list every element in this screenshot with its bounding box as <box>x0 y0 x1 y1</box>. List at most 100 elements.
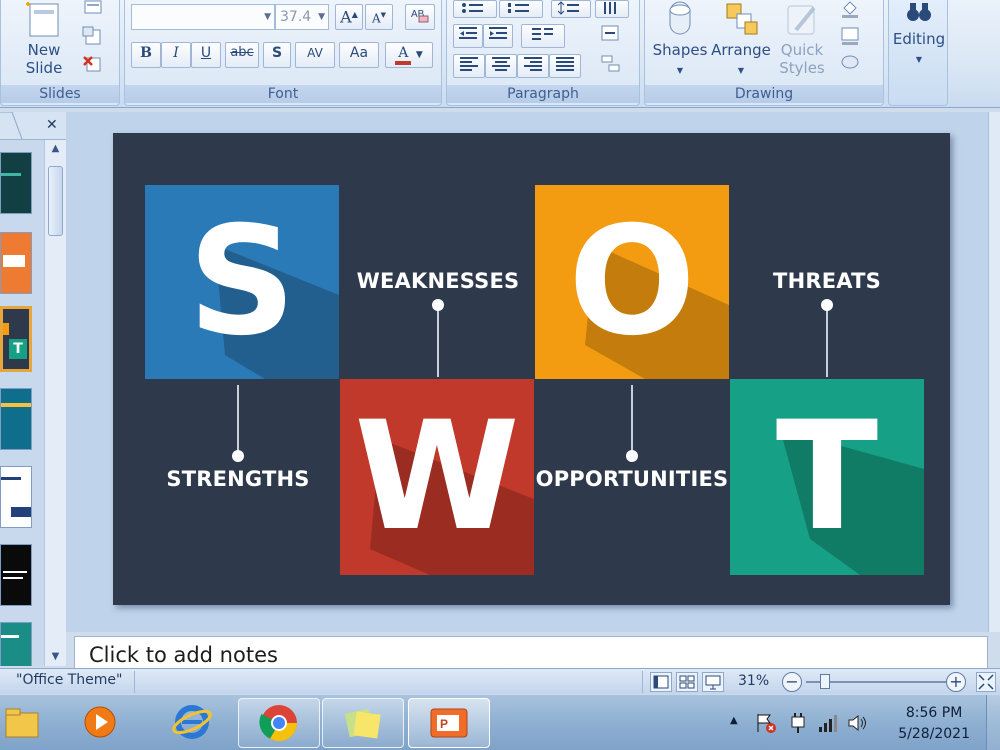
shape-effects-button[interactable] <box>835 52 875 74</box>
align-center-button[interactable] <box>485 54 517 78</box>
slide-thumbnails: T <box>0 140 44 666</box>
volume-icon[interactable] <box>846 711 870 735</box>
threats-label[interactable]: THREATS <box>773 269 881 293</box>
slide-scrollbar[interactable] <box>988 112 1000 632</box>
shape-outline-button[interactable] <box>835 26 875 48</box>
shapes-button[interactable]: Shapes ▼ <box>651 0 709 80</box>
align-text-button[interactable] <box>595 24 629 48</box>
shrink-font-button[interactable]: A▼ <box>365 4 393 30</box>
increase-indent-button[interactable] <box>483 24 513 48</box>
taskbar-clock[interactable]: 8:56 PM 5/28/2021 <box>898 703 970 745</box>
scroll-down-icon[interactable]: ▼ <box>45 648 66 666</box>
notes-pane[interactable]: Click to add notes <box>74 636 988 668</box>
text-direction-button[interactable] <box>595 0 629 18</box>
italic-button[interactable]: I <box>161 42 191 68</box>
paragraph-group-label: Paragraph <box>447 85 639 103</box>
folder-icon <box>5 708 39 738</box>
slide-thumbnail[interactable] <box>0 388 32 450</box>
slide-thumbnail-selected[interactable]: T <box>0 306 32 372</box>
editing-button[interactable]: Editing ▼ <box>891 0 947 69</box>
bold-button[interactable]: B <box>131 42 161 68</box>
line-spacing-icon <box>557 1 579 15</box>
zoom-in-button[interactable]: + <box>946 672 966 692</box>
font-group-label: Font <box>125 85 441 103</box>
font-size-box[interactable]: 37.4 ▼ <box>275 4 329 30</box>
binoculars-icon <box>907 3 931 21</box>
swot-tile-t[interactable]: T <box>730 379 924 575</box>
taskbar-explorer[interactable] <box>0 698 44 748</box>
chevron-down-icon: ▼ <box>676 66 684 75</box>
zoom-slider-thumb[interactable] <box>820 674 830 689</box>
grow-font-button[interactable]: A▲ <box>335 4 363 30</box>
character-spacing-button[interactable]: AV <box>295 42 335 68</box>
taskbar-sticky-notes[interactable] <box>322 698 404 748</box>
slide-sorter-button[interactable] <box>676 672 698 692</box>
slide-thumbnail[interactable] <box>0 232 32 294</box>
taskbar-media-player[interactable] <box>70 698 130 748</box>
quick-styles-button[interactable]: Quick Styles <box>773 0 831 77</box>
normal-view-button[interactable] <box>650 672 672 692</box>
status-divider <box>642 671 643 693</box>
slide-thumbnail[interactable] <box>0 622 32 666</box>
quick-styles-icon <box>787 5 816 35</box>
thumbnails-scrollbar[interactable]: ▲ ▼ <box>44 140 66 666</box>
strengths-label[interactable]: STRENGTHS <box>166 467 309 491</box>
underline-button[interactable]: U <box>191 42 221 68</box>
change-case-button[interactable]: Aa <box>339 42 379 68</box>
slide-canvas[interactable]: S W O T STRENGTHS WEAKNESSES OPPORTUNITI… <box>113 133 950 605</box>
new-slide-button[interactable]: New Slide <box>15 2 73 77</box>
delete-slide-button[interactable] <box>79 54 105 76</box>
align-right-button[interactable] <box>517 54 549 78</box>
bullets-button[interactable] <box>453 0 497 18</box>
font-name-box[interactable]: ▼ <box>131 4 275 30</box>
power-plug-icon[interactable] <box>786 711 810 735</box>
show-desktop-button[interactable] <box>986 695 1000 750</box>
slide-thumbnail[interactable] <box>0 466 32 528</box>
weaknesses-label[interactable]: WEAKNESSES <box>357 269 520 293</box>
numbering-button[interactable] <box>499 0 543 18</box>
show-hidden-icons-icon[interactable]: ▲ <box>730 715 738 726</box>
font-color-button[interactable]: A ▼ <box>385 42 433 68</box>
zoom-level[interactable]: 31% <box>738 673 769 689</box>
scrollbar-thumb[interactable] <box>48 166 63 236</box>
slide-thumbnail[interactable] <box>0 544 32 606</box>
network-signal-icon[interactable] <box>816 711 840 735</box>
close-icon[interactable]: ✕ <box>46 117 58 133</box>
clear-formatting-button[interactable]: AB <box>405 4 435 30</box>
drawing-group-label: Drawing <box>645 85 883 103</box>
fit-slide-button[interactable] <box>976 672 996 692</box>
grow-font-label: A <box>340 7 352 27</box>
reset-slide-button[interactable] <box>79 26 105 48</box>
taskbar-powerpoint[interactable]: P <box>408 698 490 748</box>
taskbar-chrome[interactable] <box>238 698 320 748</box>
tile-letter-o: O <box>568 195 696 369</box>
arrange-button[interactable]: Arrange ▼ <box>711 0 771 80</box>
swot-tile-o[interactable]: O <box>535 185 729 379</box>
action-center-icon[interactable] <box>754 711 778 735</box>
smartart-button[interactable] <box>595 54 629 78</box>
align-center-icon <box>492 57 510 71</box>
justify-icon <box>556 57 574 71</box>
pane-tab-corner-icon <box>0 112 23 140</box>
scroll-up-icon[interactable]: ▲ <box>45 140 66 158</box>
align-left-button[interactable] <box>453 54 485 78</box>
text-shadow-button[interactable]: S <box>263 42 291 68</box>
slide-show-button[interactable] <box>702 672 724 692</box>
zoom-out-button[interactable]: − <box>782 672 802 692</box>
decrease-indent-button[interactable] <box>453 24 483 48</box>
theme-name[interactable]: "Office Theme" <box>16 672 122 688</box>
editing-label: Editing <box>892 30 946 48</box>
status-divider <box>134 671 135 693</box>
swot-tile-w[interactable]: W <box>340 379 534 575</box>
shape-fill-button[interactable] <box>835 0 875 20</box>
swot-tile-s[interactable]: S <box>145 185 339 379</box>
columns-button[interactable] <box>521 24 565 48</box>
justify-button[interactable] <box>549 54 581 78</box>
line-spacing-button[interactable] <box>551 0 591 18</box>
taskbar-internet-explorer[interactable] <box>152 698 234 748</box>
slide-thumbnail[interactable] <box>0 152 32 214</box>
layout-button[interactable] <box>79 0 109 18</box>
opportunities-label[interactable]: OPPORTUNITIES <box>536 467 729 491</box>
strikethrough-button[interactable]: abc <box>225 42 259 68</box>
slide-show-icon <box>705 675 721 690</box>
